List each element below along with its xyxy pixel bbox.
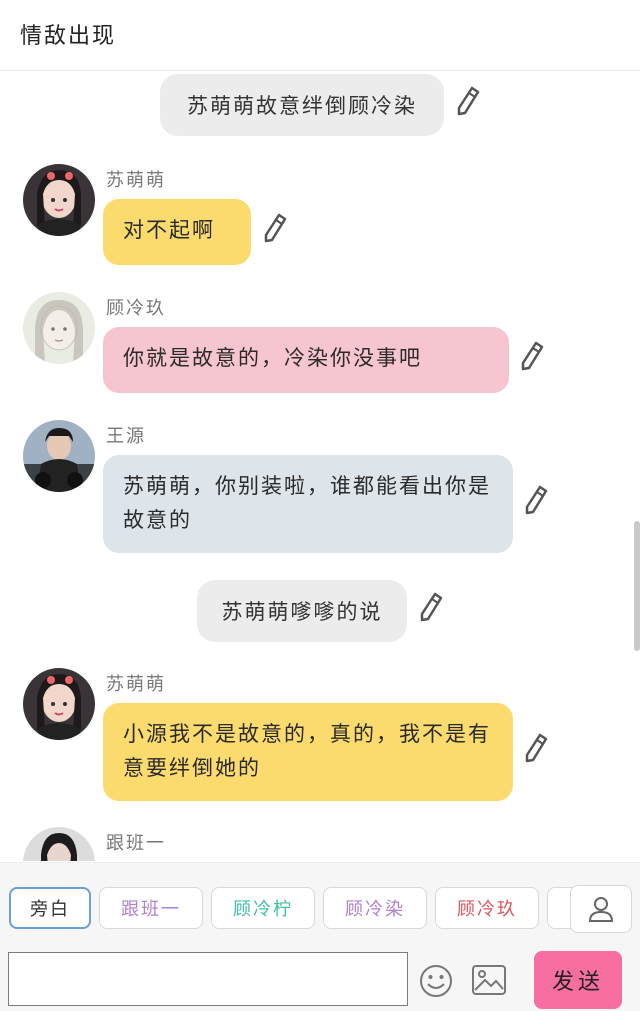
sender-name: 王源 <box>106 426 146 447</box>
narration-bubble: 苏萌萌嗲嗲的说 <box>197 580 407 642</box>
pencil-icon[interactable] <box>456 86 480 116</box>
person-icon <box>588 897 614 922</box>
send-button[interactable]: 发送 <box>534 951 622 1009</box>
sender-name: 跟班一 <box>106 833 166 854</box>
avatar[interactable] <box>23 164 95 236</box>
pencil-icon[interactable] <box>524 733 548 763</box>
composer-toolbar: 旁白 跟班一 顾冷柠 顾冷染 顾冷玖 发送 <box>0 862 640 1011</box>
pencil-icon[interactable] <box>524 485 548 515</box>
profile-button[interactable] <box>570 885 632 933</box>
role-tab-narrator[interactable]: 旁白 <box>9 887 91 929</box>
role-tab[interactable]: 顾冷染 <box>323 887 427 929</box>
sender-name: 苏萌萌 <box>106 170 166 191</box>
role-label: 顾冷染 <box>345 899 405 920</box>
chat-area[interactable]: 苏萌萌故意绊倒顾冷染 苏萌萌 对不起啊 顾冷玖 你就是故意的，冷染你没事吧 王源… <box>0 71 640 861</box>
smiley-icon[interactable] <box>418 963 454 999</box>
message-input[interactable] <box>8 952 408 1006</box>
role-label: 顾冷玖 <box>457 899 517 920</box>
message-bubble: 对不起啊 <box>103 199 251 265</box>
role-tab[interactable]: 顾冷柠 <box>211 887 315 929</box>
page-title: 情敌出现 <box>20 24 117 49</box>
role-label: 顾冷柠 <box>233 899 293 920</box>
role-label: 跟班一 <box>121 899 181 920</box>
role-tab[interactable]: 顾冷玖 <box>435 887 539 929</box>
avatar[interactable] <box>23 668 95 740</box>
role-tab[interactable]: 跟班一 <box>99 887 203 929</box>
role-label: 旁白 <box>30 899 70 920</box>
message-bubble: 你就是故意的，冷染你没事吧 <box>103 327 509 393</box>
app-header: 情敌出现 <box>0 0 640 71</box>
avatar[interactable] <box>23 292 95 364</box>
pencil-icon[interactable] <box>263 213 287 243</box>
pencil-icon[interactable] <box>520 341 544 371</box>
sender-name: 苏萌萌 <box>106 674 166 695</box>
narration-bubble: 苏萌萌故意绊倒顾冷染 <box>160 74 444 136</box>
image-icon[interactable] <box>471 964 507 996</box>
scrollbar[interactable] <box>634 521 640 651</box>
avatar[interactable] <box>23 827 95 861</box>
pencil-icon[interactable] <box>419 592 443 622</box>
sender-name: 顾冷玖 <box>106 298 166 319</box>
avatar[interactable] <box>23 420 95 492</box>
message-bubble: 苏萌萌，你别装啦，谁都能看出你是故意的 <box>103 455 513 553</box>
message-bubble: 小源我不是故意的，真的，我不是有意要绊倒她的 <box>103 703 513 801</box>
